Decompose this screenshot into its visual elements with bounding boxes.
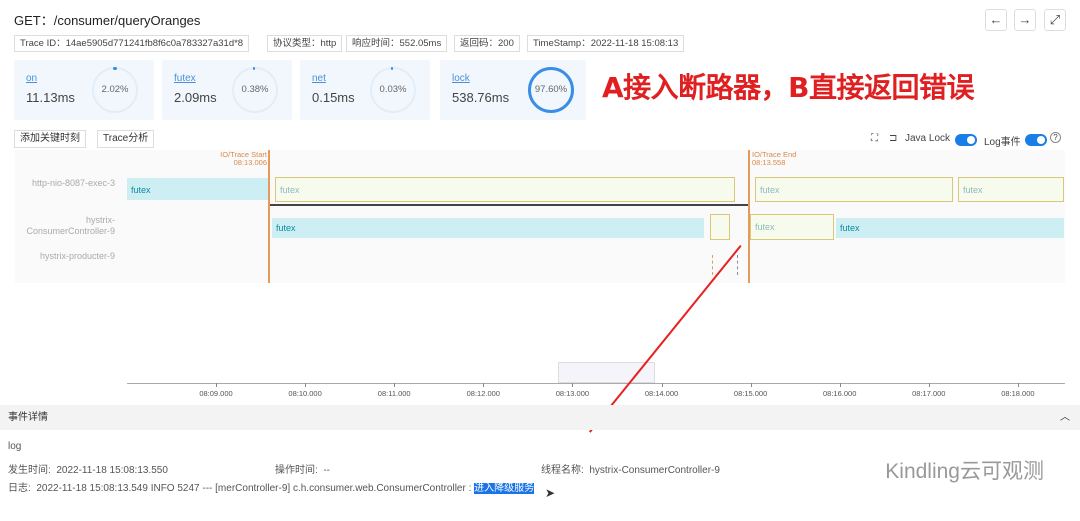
axis-tick-label: 08:10.000: [288, 389, 322, 398]
axis-tick-label: 08:17.000: [912, 389, 946, 398]
expand-icon[interactable]: ⛶: [871, 133, 878, 144]
axis-tick-label: 08:13.000: [555, 389, 590, 398]
axis-tick: [1017, 383, 1019, 387]
axis-tick-label: 08:11.000: [377, 389, 411, 398]
span-futex[interactable]: futex: [755, 177, 953, 202]
fullscreen-button[interactable]: ⤢: [1044, 9, 1066, 31]
axis-tick: [572, 383, 574, 387]
response-time-tag: 响应时间：552.05ms: [346, 35, 448, 52]
metric-value: 538.76ms: [452, 90, 510, 105]
lock-wait-bar: [270, 204, 748, 206]
span-futex[interactable]: futex: [275, 177, 735, 202]
return-code-tag: 返回码：200: [454, 35, 520, 52]
lane-label: http-nio-8087-exec-3: [31, 178, 115, 188]
log-highlight: 进入降级服务: [474, 483, 535, 494]
timestamp-tag: TimeStamp：2022-11-18 15:08:13: [527, 35, 685, 52]
event-type: log: [8, 441, 22, 452]
trace-end-marker: IO/Trace End 08:13.558: [752, 150, 797, 167]
watermark: Kindling云可观测: [885, 460, 1044, 483]
help-icon[interactable]: ?: [1050, 132, 1061, 143]
metric-card-on: on 11.13ms 2.02%: [14, 60, 154, 120]
forward-button[interactable]: →: [1014, 9, 1036, 31]
collapse-icon[interactable]: ⊐: [889, 133, 897, 144]
mouse-cursor-icon: ➤: [545, 486, 556, 500]
axis-tick: [216, 383, 217, 387]
annotation-text: A接入断路器，B直接返回错误: [602, 71, 975, 104]
percent-ring: 97.60%: [528, 67, 574, 113]
metric-link[interactable]: net: [312, 73, 326, 84]
metric-value: 0.15ms: [312, 90, 355, 105]
span-futex[interactable]: futex: [127, 178, 268, 200]
log-event-label: Log事件: [984, 137, 1021, 148]
ring-progress: [391, 67, 393, 70]
metric-card-net: net 0.15ms 0.03%: [300, 60, 430, 120]
span-block[interactable]: [710, 214, 730, 240]
axis-tick: [928, 383, 930, 387]
metric-link[interactable]: lock: [452, 73, 470, 84]
metric-card-futex: futex 2.09ms 0.38%: [162, 60, 292, 120]
time-axis: [127, 383, 1065, 384]
axis-tick: [839, 383, 841, 387]
metric-value: 2.09ms: [174, 90, 217, 105]
axis-tick: [305, 383, 307, 387]
axis-tick: [394, 383, 396, 387]
op-time: 操作时间: --: [275, 465, 331, 476]
trace-start-marker: IO/Trace Start 08:13.006: [220, 150, 267, 167]
thread-name: 线程名称: hystrix-ConsumerController-9: [541, 465, 720, 476]
protocol-tag: 协议类型：http: [267, 35, 343, 52]
ring-progress: [113, 67, 117, 70]
trace-start-line: [268, 150, 270, 283]
details-title: 事件详情: [8, 412, 48, 423]
percent-ring: 0.38%: [232, 67, 278, 113]
metric-value: 11.13ms: [26, 90, 75, 105]
axis-tick-label: 08:09.000: [199, 389, 233, 398]
axis-tick: [661, 383, 663, 387]
lane-label: hystrix-ConsumerController-9: [26, 215, 115, 236]
java-lock-label: Java Lock: [905, 133, 951, 144]
back-button[interactable]: ←: [985, 9, 1007, 31]
percent-ring: 2.02%: [92, 67, 138, 113]
log-event-toggle[interactable]: [1025, 134, 1047, 146]
add-key-moment-button[interactable]: 添加关键时刻: [14, 130, 86, 148]
occur-time: 发生时间: 2022-11-18 15:08:13.550: [8, 465, 168, 476]
metric-card-lock: lock 538.76ms 97.60%: [440, 60, 586, 120]
java-lock-toggle[interactable]: [955, 134, 977, 146]
percent-ring: 0.03%: [370, 67, 416, 113]
span-futex[interactable]: futex: [750, 214, 834, 240]
axis-tick-label: 08:16.000: [823, 389, 857, 398]
span-futex[interactable]: futex: [272, 218, 704, 238]
timeline-brush[interactable]: [558, 362, 655, 383]
span-futex[interactable]: futex: [836, 218, 1064, 238]
trace-analysis-button[interactable]: Trace分析: [97, 130, 155, 148]
axis-tick-label: 08:12.000: [466, 389, 500, 398]
span-futex[interactable]: futex: [958, 177, 1064, 202]
axis-tick: [750, 383, 752, 387]
event-details-header: 事件详情 ︿: [0, 405, 1080, 430]
lane-label: hystrix-producter-9: [39, 251, 115, 261]
ring-progress: [253, 67, 255, 70]
collapse-icon[interactable]: ︿: [1060, 405, 1070, 430]
axis-tick: [483, 383, 485, 387]
page-title: GET：/consumer/queryOranges: [14, 13, 201, 28]
timeline-lanes: http-nio-8087-exec-3 hystrix-ConsumerCon…: [15, 150, 1065, 283]
axis-tick-label: 08:14.000: [644, 389, 679, 398]
log-line: 日志: 2022-11-18 15:08:13.549 INFO 5247 --…: [8, 483, 535, 494]
metric-link[interactable]: on: [26, 73, 37, 84]
axis-tick-label: 08:18.000: [1001, 389, 1035, 398]
metric-link[interactable]: futex: [174, 73, 196, 84]
trace-id-tag: Trace ID：14ae5905d771241fb8f6c0a783327a3…: [14, 35, 250, 52]
axis-tick-label: 08:15.000: [733, 389, 768, 398]
